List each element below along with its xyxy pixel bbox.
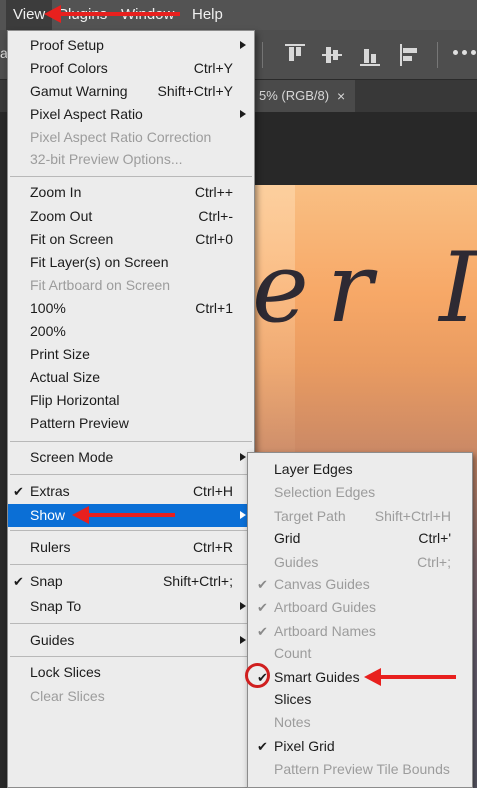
view-menu: Proof Setup Proof Colors Ctrl+Y Gamut War… [7,30,255,788]
checkmark-icon: ✔ [13,484,24,499]
align-bottom-icon[interactable] [360,44,380,66]
submenu-item-slices[interactable]: Slices [248,688,472,711]
menu-item-print-size[interactable]: Print Size [8,343,254,366]
submenu-item-artboard-guides: ✔ Artboard Guides [248,596,472,619]
annotation-arrow-smart-guides [364,668,456,686]
options-divider [437,42,438,68]
menu-item-proof-setup[interactable]: Proof Setup [8,34,254,57]
submenu-arrow-icon [240,602,246,610]
submenu-arrow-icon [240,110,246,118]
menu-item-screen-mode[interactable]: Screen Mode [8,446,254,469]
menu-item-proof-colors[interactable]: Proof Colors Ctrl+Y [8,57,254,80]
artwork-title-text: er In [252,232,477,344]
submenu-item-layer-edges[interactable]: Layer Edges [248,458,472,481]
menu-item-32bit-preview-options: 32-bit Preview Options... [30,151,183,167]
submenu-item-pattern-preview-tile-bounds: Pattern Preview Tile Bounds [274,761,450,777]
more-options-icon[interactable] [453,50,477,58]
align-vertical-center-icon[interactable] [322,44,342,66]
menu-item-fit-artboard-on-screen: Fit Artboard on Screen [30,277,171,293]
menu-item-flip-horizontal[interactable]: Flip Horizontal [8,389,254,412]
submenu-arrow-icon [240,636,246,644]
close-icon[interactable]: × [337,80,345,112]
submenu-arrow-icon [240,453,246,461]
menu-item-extras[interactable]: ✔ Extras Ctrl+H [8,480,254,503]
menu-item-zoom-out[interactable]: Zoom Out Ctrl+- [8,205,254,228]
menu-separator [10,656,252,657]
menu-item-clear-slices: Clear Slices [30,688,105,704]
document-tab[interactable]: 5% (RGB/8) × [255,80,355,112]
submenu-item-pixel-grid[interactable]: ✔ Pixel Grid [248,735,472,758]
menu-item-snap-to[interactable]: Snap To [8,595,254,618]
menu-separator [10,441,252,442]
menubar-help[interactable]: Help [186,0,229,30]
annotation-circle-smart-guides-check [245,663,270,688]
submenu-item-target-path: Target Path Shift+Ctrl+H [274,508,451,524]
align-top-icon[interactable] [285,44,305,66]
menu-separator [10,176,252,177]
show-submenu: Layer Edges Selection Edges Target Path S… [247,452,473,788]
menu-separator [10,564,252,565]
menu-item-200-percent[interactable]: 200% [8,320,254,343]
submenu-item-count: Count [274,645,312,661]
menu-item-zoom-in[interactable]: Zoom In Ctrl++ [8,181,254,204]
checkmark-icon: ✔ [257,577,268,592]
submenu-item-guides: Guides Ctrl+; [274,554,451,570]
menu-item-snap[interactable]: ✔ Snap Shift+Ctrl+; [8,570,254,593]
submenu-item-artboard-names: ✔ Artboard Names [248,620,472,643]
submenu-arrow-icon [240,41,246,49]
menu-item-pixel-aspect-ratio[interactable]: Pixel Aspect Ratio [8,103,254,126]
menu-item-gamut-warning[interactable]: Gamut Warning Shift+Ctrl+Y [8,80,254,103]
document-tab-label: 5% (RGB/8) [259,88,330,103]
menu-item-100-percent[interactable]: 100% Ctrl+1 [8,297,254,320]
menu-item-pattern-preview[interactable]: Pattern Preview [8,412,254,435]
submenu-item-notes: Notes [274,714,311,730]
menu-item-guides[interactable]: Guides [8,629,254,652]
submenu-item-selection-edges: Selection Edges [274,484,376,500]
checkmark-icon: ✔ [257,600,268,615]
options-divider [262,42,263,68]
checkmark-icon: ✔ [13,574,24,589]
annotation-arrow-view [44,5,180,23]
checkmark-icon: ✔ [257,624,268,639]
menu-item-fit-layers-on-screen[interactable]: Fit Layer(s) on Screen [8,251,254,274]
menu-item-fit-on-screen[interactable]: Fit on Screen Ctrl+0 [8,228,254,251]
menu-separator [10,530,252,531]
submenu-item-canvas-guides: ✔ Canvas Guides [248,573,472,596]
menu-item-lock-slices[interactable]: Lock Slices [8,661,254,684]
menu-item-rulers[interactable]: Rulers Ctrl+R [8,536,254,559]
align-left-icon[interactable] [400,44,420,66]
menu-item-pixel-aspect-ratio-correction: Pixel Aspect Ratio Correction [30,129,212,145]
menu-separator [10,623,252,624]
menu-separator [10,474,252,475]
submenu-item-grid[interactable]: Grid Ctrl+' [248,527,472,550]
submenu-arrow-icon [240,511,246,519]
checkmark-icon: ✔ [257,739,268,754]
menu-item-actual-size[interactable]: Actual Size [8,366,254,389]
annotation-arrow-show [72,506,175,524]
